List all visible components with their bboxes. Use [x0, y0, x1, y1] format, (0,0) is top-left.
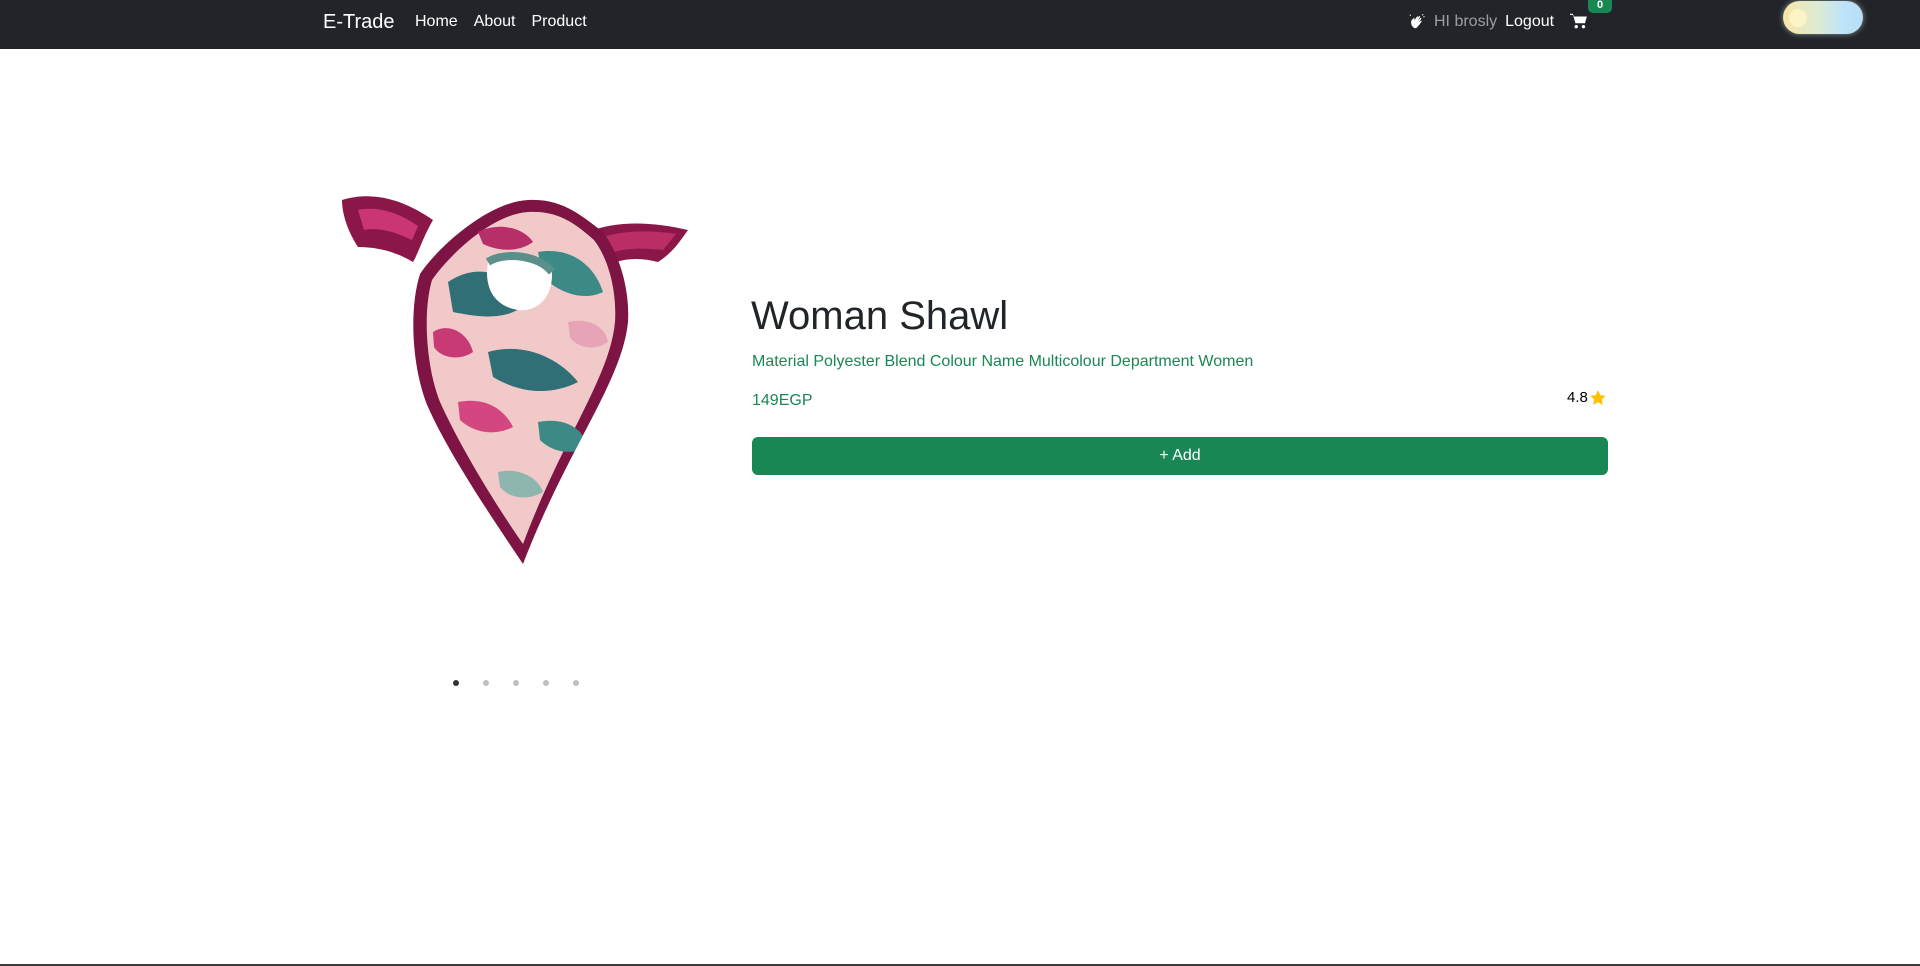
rating-value: 4.8	[1567, 389, 1588, 406]
navbar: E-Trade Home About Product HI brosly Log…	[0, 0, 1920, 49]
product-rating: 4.8	[1567, 388, 1607, 408]
brand-link[interactable]: E-Trade	[323, 10, 395, 34]
nav-product-link[interactable]: Product	[532, 12, 587, 32]
nav-about-link[interactable]: About	[474, 12, 516, 32]
carousel-dot-5[interactable]	[573, 680, 579, 686]
star-icon	[1590, 390, 1606, 405]
waving-hand-icon	[1409, 13, 1425, 29]
nav-links: Home About Product	[415, 12, 587, 32]
add-to-cart-button[interactable]: + Add	[752, 437, 1608, 475]
nav-home-link[interactable]: Home	[415, 12, 458, 32]
product-price: 149EGP	[752, 392, 813, 409]
user-greeting: HI brosly	[1434, 13, 1498, 30]
product-title: Woman Shawl	[751, 294, 1009, 338]
product-image	[342, 196, 688, 565]
carousel-dot-2[interactable]	[483, 680, 489, 686]
carousel-dot-1[interactable]	[453, 680, 459, 686]
logout-link[interactable]: Logout	[1505, 13, 1554, 31]
cart-count-badge: 0	[1588, 0, 1613, 13]
carousel-dot-4[interactable]	[543, 680, 549, 686]
cart-icon	[1570, 13, 1587, 29]
theme-toggle[interactable]	[1783, 1, 1863, 34]
carousel-indicators	[453, 680, 579, 686]
theme-toggle-knob	[1789, 9, 1807, 27]
user-area: HI brosly Logout 0	[1408, 0, 1613, 33]
carousel-dot-3[interactable]	[513, 680, 519, 686]
product-description: Material Polyester Blend Colour Name Mul…	[752, 353, 1254, 370]
cart-button[interactable]: 0	[1570, 0, 1613, 32]
